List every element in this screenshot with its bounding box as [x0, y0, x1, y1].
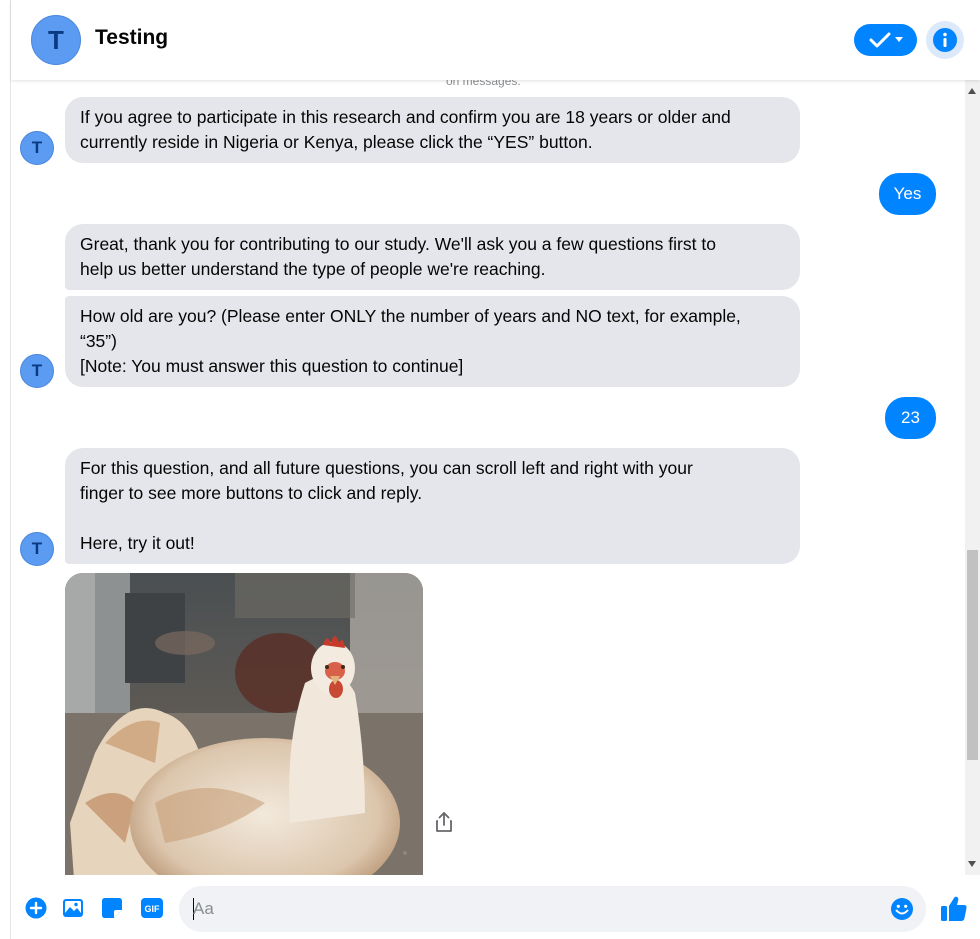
share-button[interactable]: [434, 811, 454, 838]
share-icon: [436, 812, 452, 832]
contact-name[interactable]: Testing: [95, 26, 168, 50]
svg-text:GIF: GIF: [145, 904, 161, 914]
checkmark-icon: [869, 32, 890, 48]
mark-done-button[interactable]: [854, 24, 917, 56]
bot-avatar[interactable]: T: [20, 532, 54, 566]
emoji-button[interactable]: [890, 897, 914, 926]
bot-message[interactable]: Great, thank you for contributing to our…: [65, 224, 800, 290]
bot-message[interactable]: If you agree to participate in this rese…: [65, 97, 800, 163]
scroll-down-arrow[interactable]: [968, 861, 976, 867]
chicken-image: [65, 573, 423, 875]
bot-message[interactable]: How old are you? (Please enter ONLY the …: [65, 296, 800, 387]
contact-avatar[interactable]: T: [31, 15, 81, 65]
scroll-thumb[interactable]: [967, 550, 978, 760]
gif-button[interactable]: GIF: [140, 896, 164, 920]
user-message[interactable]: Yes: [879, 173, 936, 215]
user-message[interactable]: 23: [885, 397, 936, 439]
scroll-up-arrow[interactable]: [968, 88, 976, 94]
bot-message[interactable]: For this question, and all future questi…: [65, 448, 800, 564]
thumbs-up-icon: [941, 896, 967, 921]
message-list[interactable]: on messages. If you agree to participate…: [11, 80, 965, 875]
chevron-down-icon: [894, 37, 903, 42]
image-icon: [63, 899, 83, 917]
vertical-scrollbar[interactable]: [965, 80, 980, 875]
info-icon: [933, 28, 957, 52]
plus-circle-icon: [25, 897, 47, 919]
message-input[interactable]: [193, 886, 873, 932]
emoji-icon: [891, 898, 913, 920]
bot-avatar[interactable]: T: [20, 354, 54, 388]
attached-photo[interactable]: [65, 573, 423, 875]
sticker-icon: [102, 898, 122, 918]
bot-avatar[interactable]: T: [20, 131, 54, 165]
more-actions-button[interactable]: [24, 896, 48, 920]
send-like-button[interactable]: [940, 895, 968, 927]
gif-icon: GIF: [141, 898, 163, 918]
message-composer: GIF: [11, 875, 980, 939]
sticker-button[interactable]: [100, 896, 124, 920]
info-button[interactable]: [926, 21, 964, 59]
attach-photo-button[interactable]: [61, 896, 85, 920]
conversation-header: T Testing: [11, 0, 980, 80]
faded-previous-text: on messages.: [446, 80, 521, 88]
message-input-container[interactable]: [179, 886, 926, 932]
